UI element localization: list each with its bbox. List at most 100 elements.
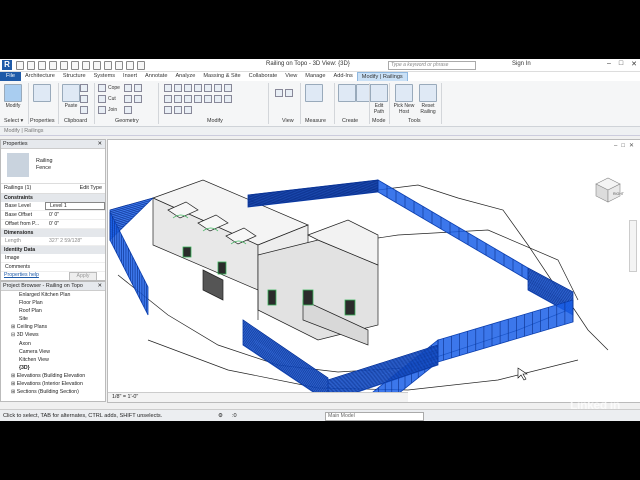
align-icon	[164, 84, 172, 92]
clipboard-panel-label: Clipboard	[64, 118, 88, 124]
copy-tool[interactable]	[80, 84, 88, 92]
maximize-button[interactable]: □	[619, 60, 623, 68]
create-assembly-icon	[338, 84, 356, 102]
tab-architecture[interactable]: Architecture	[21, 72, 59, 81]
text-icon[interactable]	[93, 61, 101, 70]
browser-item[interactable]: Camera View	[1, 348, 105, 356]
group-dimensions[interactable]: Dimensions	[1, 229, 105, 237]
search-input[interactable]: Type a keyword or phrase	[388, 61, 476, 70]
base-offset-field[interactable]: 0' 0"	[45, 211, 105, 219]
properties-button[interactable]	[33, 84, 51, 103]
worksets-icon[interactable]: ⚙	[218, 410, 223, 421]
tab-view[interactable]: View	[281, 72, 301, 81]
close-icon[interactable]: ✕	[97, 282, 102, 290]
tab-insert[interactable]: Insert	[119, 72, 141, 81]
paste-button[interactable]: Paste	[62, 84, 80, 109]
navigation-bar[interactable]	[629, 220, 637, 272]
browser-item[interactable]: ⊟ 3D Views	[1, 331, 105, 339]
browser-item[interactable]: ⊞ Sections (Building Section)	[1, 388, 105, 396]
type-selector[interactable]: Railing Fence	[1, 149, 105, 184]
print-icon[interactable]	[71, 61, 79, 70]
modify-tools-row-2[interactable]	[164, 95, 232, 103]
tab-massing-site[interactable]: Massing & Site	[199, 72, 244, 81]
edit-type-button[interactable]: Edit Type	[80, 184, 102, 193]
apply-button[interactable]: Apply	[69, 272, 97, 281]
svg-text:RIGHT: RIGHT	[613, 192, 625, 196]
save-icon[interactable]	[27, 61, 35, 70]
group-constraints[interactable]: Constraints	[1, 194, 105, 202]
geom-tool-2[interactable]	[124, 95, 142, 103]
status-message: Click to select, TAB for alternates, CTR…	[3, 413, 163, 419]
browser-item[interactable]: {3D}	[1, 364, 105, 372]
close-hidden-icon[interactable]	[126, 61, 134, 70]
edit-path-button[interactable]: Edit Path	[370, 84, 388, 115]
tab-file[interactable]: File	[0, 72, 22, 81]
pick-new-host-button[interactable]: Pick New Host	[392, 84, 416, 115]
view-tools[interactable]	[275, 89, 293, 97]
close-button[interactable]: ✕	[631, 60, 637, 68]
app-logo[interactable]: R	[2, 60, 12, 70]
tab-structure[interactable]: Structure	[59, 72, 90, 81]
offset-icon	[174, 84, 182, 92]
modify-tools-row-3[interactable]	[164, 106, 192, 114]
offset-from-path-field[interactable]: 0' 0"	[45, 220, 105, 228]
browser-item[interactable]: Roof Plan	[1, 307, 105, 315]
browser-item[interactable]: ⊞ Ceiling Plans	[1, 323, 105, 331]
model-viewport[interactable]	[108, 140, 640, 402]
tab-manage[interactable]: Manage	[301, 72, 329, 81]
reset-railing-button[interactable]: Reset Railing	[418, 84, 438, 115]
modify-button[interactable]: Modify	[4, 84, 22, 109]
measure-icon[interactable]	[82, 61, 90, 70]
group-identity[interactable]: Identity Data	[1, 246, 105, 254]
3d-view-canvas[interactable]: –□✕ RIGHT 1/8" = 1'-0"	[107, 139, 640, 403]
modify-tools-row-1[interactable]	[164, 84, 232, 92]
tab-modify-railings[interactable]: Modify | Railings	[356, 72, 408, 81]
scale-icon	[174, 106, 182, 114]
browser-item[interactable]: Kitchen View	[1, 356, 105, 364]
browser-item[interactable]: ⊞ Elevations (Interior Elevation	[1, 380, 105, 388]
cope-tool[interactable]: Cope	[98, 84, 120, 92]
image-field[interactable]	[45, 254, 105, 262]
properties-help-link[interactable]: Properties help	[4, 271, 39, 280]
undo-icon[interactable]	[49, 61, 57, 70]
browser-item[interactable]: Axon	[1, 340, 105, 348]
viewcube[interactable]: RIGHT	[588, 170, 628, 212]
tab-annotate[interactable]: Annotate	[141, 72, 171, 81]
filter-count[interactable]: :0	[232, 410, 237, 421]
tab-systems[interactable]: Systems	[90, 72, 119, 81]
tab-analyze[interactable]: Analyze	[171, 72, 199, 81]
browser-item[interactable]: Floor Plan	[1, 299, 105, 307]
comments-field[interactable]	[45, 263, 105, 271]
close-icon[interactable]: ✕	[97, 140, 102, 148]
cut-tool[interactable]	[80, 95, 88, 103]
open-icon[interactable]	[16, 61, 24, 70]
3d-view-icon[interactable]	[104, 61, 112, 70]
measure-button[interactable]	[305, 84, 323, 103]
sign-in-button[interactable]: Sign In	[512, 61, 531, 67]
geom-tool-3[interactable]	[124, 106, 132, 114]
match-tool[interactable]	[80, 106, 88, 114]
divider	[94, 83, 95, 124]
section-icon[interactable]	[115, 61, 123, 70]
project-browser: Project Browser - Railing on Topo ✕ Enla…	[0, 281, 106, 402]
create-tools[interactable]	[338, 84, 356, 103]
baluster	[242, 333, 329, 392]
minimize-button[interactable]: –	[607, 60, 611, 68]
select-dropdown[interactable]: Select ▾	[4, 118, 23, 124]
view-scale[interactable]: 1/8" = 1'-0"	[108, 394, 138, 400]
base-level-field[interactable]: Level 1	[45, 202, 105, 210]
join-tool[interactable]: Join	[98, 106, 117, 114]
switch-windows-icon[interactable]	[137, 61, 145, 70]
design-option-model[interactable]: Main Model	[325, 412, 424, 421]
tab-add-ins[interactable]: Add-Ins	[330, 72, 357, 81]
geom-tool-1[interactable]	[124, 84, 142, 92]
instance-filter[interactable]: Railings (1) Edit Type	[1, 184, 105, 194]
tab-collaborate[interactable]: Collaborate	[245, 72, 282, 81]
browser-item[interactable]: Enlarged Kitchen Plan	[1, 291, 105, 299]
move-icon	[164, 95, 172, 103]
browser-item[interactable]: Site	[1, 315, 105, 323]
redo-icon[interactable]	[60, 61, 68, 70]
cut-geometry-tool[interactable]: Cut	[98, 95, 116, 103]
browser-item[interactable]: ⊞ Elevations (Building Elevation	[1, 372, 105, 380]
sync-icon[interactable]	[38, 61, 46, 70]
